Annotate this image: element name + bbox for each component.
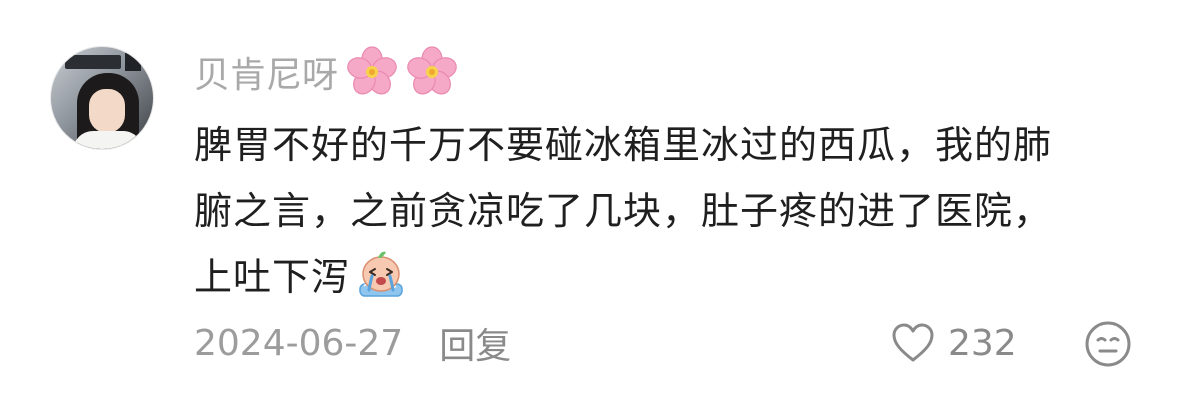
avatar[interactable] bbox=[50, 46, 154, 150]
comment-text[interactable]: 脾胃不好的千万不要碰冰箱里冰过的西瓜，我的肺 腑之言，之前贪凉吃了几块，肚子疼的… bbox=[194, 112, 1134, 310]
meh-face-icon[interactable] bbox=[1082, 318, 1134, 370]
cherry-blossom-icon bbox=[346, 46, 398, 98]
avatar-background-sign-number bbox=[125, 53, 141, 71]
comment-text-line: 脾胃不好的千万不要碰冰箱里冰过的西瓜，我的肺 bbox=[194, 123, 1053, 167]
comment-text-line: 腑之言，之前贪凉吃了几块，肚子疼的进了医院， bbox=[194, 189, 1053, 233]
reply-button[interactable]: 回复 bbox=[439, 317, 511, 369]
username-row[interactable]: 贝肯尼呀 bbox=[194, 44, 458, 100]
cherry-blossom-icon bbox=[406, 46, 458, 98]
heart-outline-icon[interactable] bbox=[890, 322, 936, 364]
comment-item: 贝肯尼呀 脾胃不好的千万不要碰冰箱里冰过的西瓜，我的肺 腑之言，之前贪凉吃了几块… bbox=[0, 0, 1179, 400]
crying-face-icon bbox=[354, 246, 408, 300]
username[interactable]: 贝肯尼呀 bbox=[194, 46, 338, 98]
like-count: 232 bbox=[948, 322, 1017, 364]
comment-text-line-last: 上吐下泻 bbox=[194, 244, 1134, 310]
avatar-face bbox=[89, 89, 125, 133]
like-button[interactable]: 232 bbox=[890, 316, 1017, 370]
comment-meta: 2024-06-27 回复 bbox=[194, 316, 511, 370]
comment-date: 2024-06-27 bbox=[194, 322, 404, 364]
avatar-body bbox=[73, 131, 143, 149]
comment-text-line: 上吐下泻 bbox=[194, 255, 351, 299]
avatar-background-sign bbox=[65, 55, 121, 69]
